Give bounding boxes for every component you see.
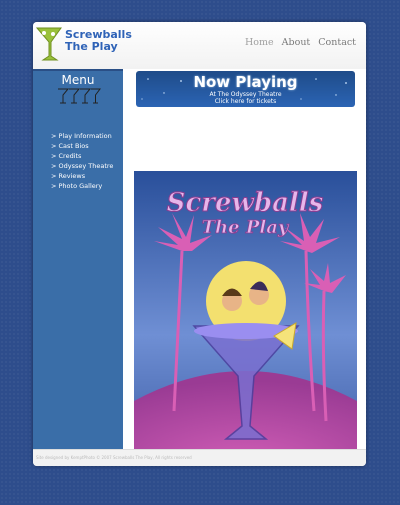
play-poster: Screwballs The Play (134, 171, 357, 466)
main-content: Now Playing At The Odyssey Theatre Click… (123, 69, 366, 466)
menu-item-reviews[interactable]: > Reviews (51, 171, 113, 181)
menu-item-cast-bios[interactable]: > Cast Bios (51, 141, 113, 151)
nav-home-link[interactable]: Home (245, 37, 274, 48)
footer-text: Site designed by KemptPhoto © 2007 Screw… (36, 455, 192, 460)
martini-glass-icon (35, 27, 62, 61)
now-playing-subtitle: At The Odyssey Theatre Click here for ti… (136, 91, 355, 105)
now-playing-line-2: Click here for tickets (214, 98, 277, 105)
menu-title: Menu (61, 73, 95, 87)
menu-item-credits[interactable]: > Credits (51, 151, 113, 161)
nav-contact-link[interactable]: Contact (318, 37, 356, 48)
menu-list: > Play Information > Cast Bios > Credits… (51, 131, 113, 191)
page-container: Screwballs The Play Home About Contact M… (33, 22, 366, 466)
logo-text: Screwballs The Play (65, 29, 132, 53)
sidebar: Menu > Play Information > Cast Bios > Cr… (33, 69, 123, 451)
top-nav: Home About Contact (245, 37, 356, 48)
now-playing-line-1: At The Odyssey Theatre (209, 91, 282, 98)
martini-glasses-icon (58, 88, 101, 104)
poster-title-2: The Play (202, 217, 290, 238)
site-logo[interactable]: Screwballs The Play (35, 24, 132, 67)
footer: Site designed by KemptPhoto © 2007 Screw… (33, 449, 366, 466)
now-playing-banner[interactable]: Now Playing At The Odyssey Theatre Click… (136, 71, 355, 107)
now-playing-title: Now Playing (193, 73, 298, 91)
poster-title-1: Screwballs (167, 188, 324, 218)
header: Screwballs The Play Home About Contact (33, 22, 366, 69)
logo-line-2: The Play (65, 40, 118, 53)
nav-about-link[interactable]: About (282, 37, 311, 48)
menu-item-play-information[interactable]: > Play Information (51, 131, 113, 141)
menu-item-odyssey-theatre[interactable]: > Odyssey Theatre (51, 161, 113, 171)
menu-item-photo-gallery[interactable]: > Photo Gallery (51, 181, 113, 191)
